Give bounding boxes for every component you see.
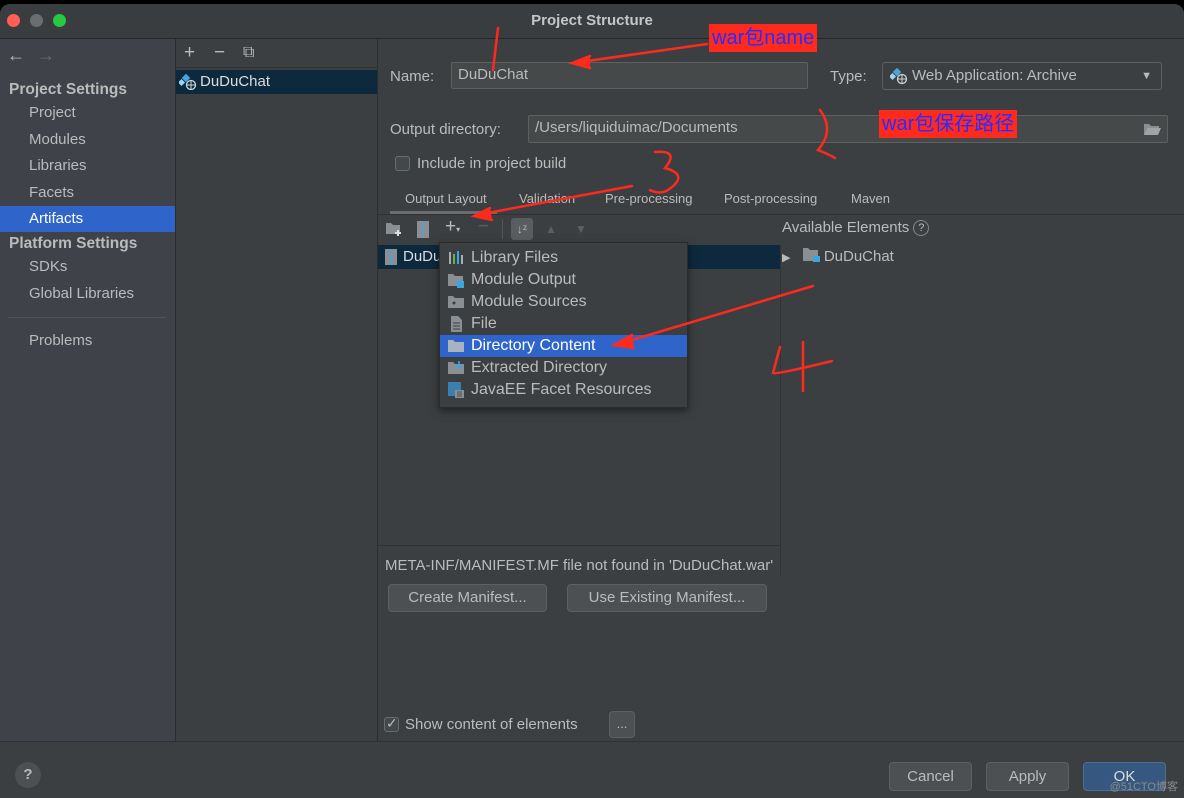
output-directory-input[interactable]: /Users/liquiduimac/Documents — [528, 115, 1168, 143]
expand-arrow-icon[interactable]: ▶ — [782, 252, 790, 264]
use-existing-manifest-button[interactable]: Use Existing Manifest... — [567, 584, 767, 612]
type-label: Type: — [830, 68, 867, 85]
type-value: Web Application: Archive — [912, 67, 1077, 84]
arrow-left-icon[interactable]: ← — [7, 45, 25, 65]
web-app-icon — [179, 74, 197, 90]
settings-sidebar: ← → Project Settings Project Modules Libr… — [0, 39, 176, 741]
move-up-icon: ▲ — [545, 222, 557, 236]
name-input[interactable]: DuDuChat — [451, 62, 808, 89]
sidebar-item-problems[interactable]: Problems — [0, 328, 175, 354]
remove-icon: − — [478, 216, 490, 237]
help-icon[interactable]: ? — [913, 220, 930, 236]
menu-item-module-output[interactable]: Module Output — [440, 269, 687, 291]
toolbar-separator — [502, 219, 503, 239]
menu-item-file[interactable]: File — [440, 313, 687, 335]
add-element-menu: Library Files Module Output Module Sourc… — [439, 242, 688, 408]
output-layout-toolbar: +▾ − ↓ᶻ ▲ ▼ — [378, 215, 780, 243]
include-build-label: Include in project build — [417, 155, 567, 172]
sidebar-item-global-libraries[interactable]: Global Libraries — [0, 281, 175, 307]
available-item-duduchat[interactable]: ▶ DuDuChat — [782, 246, 894, 269]
module-folder-icon — [802, 248, 820, 262]
artifact-item-duduchat[interactable]: DuDuChat — [176, 70, 377, 94]
name-label: Name: — [390, 68, 435, 85]
add-copy-icon[interactable]: +▾ — [445, 216, 460, 238]
menu-item-module-sources[interactable]: Module Sources — [440, 291, 687, 313]
archive-icon[interactable] — [417, 221, 429, 238]
tab-pre-processing[interactable]: Pre-processing — [605, 191, 692, 206]
arrow-right-icon[interactable]: → — [37, 45, 55, 65]
annotation-war-name: war包name — [709, 24, 818, 52]
pane-divider — [780, 245, 781, 575]
module-output-icon — [448, 274, 464, 288]
type-dropdown[interactable]: Web Application: Archive ▼ — [882, 62, 1162, 90]
module-sources-icon — [448, 296, 464, 308]
web-app-icon — [890, 68, 908, 84]
menu-item-label: Module Sources — [471, 293, 587, 310]
folder-icon — [448, 340, 464, 352]
archive-icon — [385, 249, 397, 265]
tab-output-layout[interactable]: Output Layout — [405, 191, 487, 206]
sort-icon[interactable]: ↓ᶻ — [511, 218, 533, 240]
artifact-list-panel: + − ⧉ DuDuChat — [176, 39, 378, 741]
copy-icon[interactable]: ⧉ — [243, 44, 254, 62]
help-button[interactable]: ? — [15, 762, 41, 788]
menu-item-label: JavaEE Facet Resources — [471, 381, 652, 398]
menu-item-directory-content[interactable]: Directory Content — [440, 335, 687, 357]
sidebar-divider — [8, 317, 166, 318]
output-directory-label: Output directory: — [390, 121, 501, 138]
tab-maven[interactable]: Maven — [851, 191, 890, 206]
manifest-message: META-INF/MANIFEST.MF file not found in '… — [385, 557, 774, 574]
project-settings-header: Project Settings — [9, 81, 127, 98]
available-elements-title: Available Elements — [782, 219, 910, 236]
title-bar: Project Structure — [0, 4, 1184, 39]
show-content-label: Show content of elements — [405, 716, 578, 733]
folder-open-icon[interactable] — [1143, 122, 1161, 136]
chevron-down-icon: ▼ — [1141, 70, 1152, 82]
menu-item-library-files[interactable]: Library Files — [440, 247, 687, 269]
tab-post-processing[interactable]: Post-processing — [724, 191, 817, 206]
menu-item-label: Directory Content — [471, 337, 596, 354]
dialog-footer: ? Cancel Apply OK — [0, 741, 1184, 798]
library-icon — [449, 251, 463, 264]
menu-item-label: Module Output — [471, 271, 576, 288]
javaee-resources-icon — [448, 382, 464, 398]
apply-button[interactable]: Apply — [986, 762, 1069, 791]
platform-settings-header: Platform Settings — [9, 235, 138, 252]
sidebar-item-artifacts[interactable]: Artifacts — [0, 206, 175, 232]
watermark: @51CTO博客 — [1109, 781, 1178, 793]
menu-item-label: Library Files — [471, 249, 559, 266]
menu-item-label: File — [471, 315, 497, 332]
sidebar-item-project[interactable]: Project — [0, 100, 175, 126]
sidebar-item-modules[interactable]: Modules — [0, 127, 175, 153]
new-folder-icon[interactable] — [386, 222, 403, 237]
manifest-divider — [378, 545, 780, 546]
include-build-checkbox[interactable] — [395, 156, 410, 171]
menu-item-label: Extracted Directory — [471, 359, 608, 376]
plus-icon[interactable]: + — [184, 42, 195, 64]
sidebar-item-libraries[interactable]: Libraries — [0, 153, 175, 179]
window-title: Project Structure — [531, 12, 653, 29]
artifact-tabs: Output Layout Validation Pre-processing … — [378, 184, 1184, 215]
output-directory-value: /Users/liquiduimac/Documents — [535, 119, 738, 136]
file-icon — [451, 316, 462, 332]
artifact-list-toolbar: + − ⧉ — [176, 39, 377, 68]
extracted-dir-icon — [448, 361, 464, 374]
menu-item-javaee-facet-resources[interactable]: JavaEE Facet Resources — [440, 379, 687, 401]
cancel-button[interactable]: Cancel — [889, 762, 972, 791]
tab-validation[interactable]: Validation — [519, 191, 575, 206]
sidebar-item-facets[interactable]: Facets — [0, 180, 175, 206]
create-manifest-button[interactable]: Create Manifest... — [388, 584, 547, 612]
move-down-icon: ▼ — [575, 222, 587, 236]
available-elements-header: Available Elements? — [782, 219, 930, 236]
artifact-name: DuDuChat — [200, 73, 271, 90]
show-content-checkbox[interactable] — [384, 715, 399, 732]
menu-item-extracted-directory[interactable]: Extracted Directory — [440, 357, 687, 379]
available-item-label: DuDuChat — [823, 248, 894, 265]
minus-icon[interactable]: − — [214, 42, 225, 64]
sidebar-item-sdks[interactable]: SDKs — [0, 254, 175, 280]
nav-arrows: ← → — [7, 45, 67, 66]
annotation-war-path: war包保存路径 — [879, 110, 1018, 138]
more-options-button[interactable]: ... — [609, 711, 635, 738]
active-tab-indicator — [390, 211, 497, 214]
